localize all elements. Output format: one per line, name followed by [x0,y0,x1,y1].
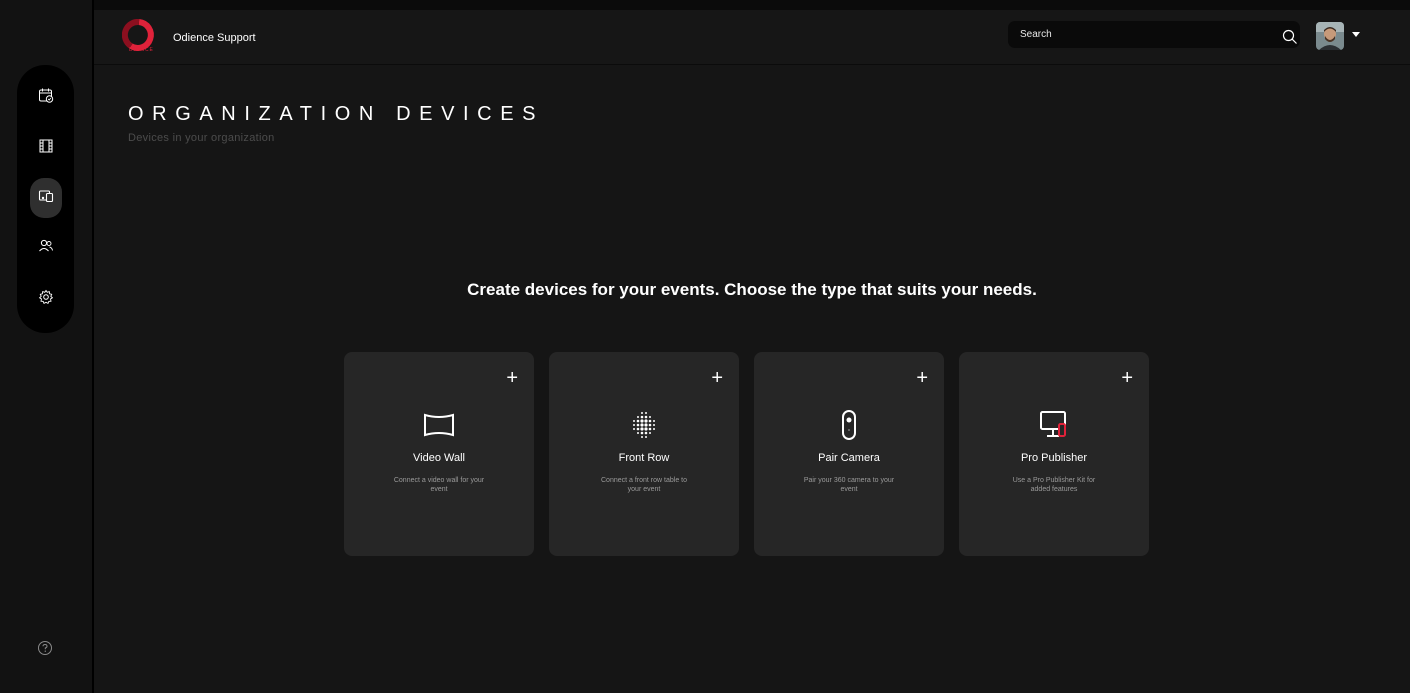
video-wall-icon [423,409,455,441]
card-description: Connect a front row table to your event [601,477,687,493]
top-bar: DIENCE Odience Support [94,10,1410,65]
card-title: Front Row [618,452,670,464]
users-icon [38,238,54,259]
search-box[interactable] [1008,21,1300,48]
logo-wordmark: DIENCE [129,47,154,53]
card-title: Video Wall [413,452,465,464]
sidebar-item-users[interactable] [29,232,62,265]
sidebar-item-media[interactable] [29,132,62,165]
user-avatar[interactable] [1316,22,1344,50]
sidebar-item-devices[interactable] [30,178,62,218]
settings-gear-icon [38,289,54,310]
device-card-video-wall[interactable]: + Video Wall Connect a video wall for yo… [344,352,534,556]
search-icon[interactable] [1282,29,1298,45]
card-description: Use a Pro Publisher Kit for added featur… [1012,477,1096,493]
add-pro-publisher-button[interactable]: + [1121,368,1133,388]
devices-icon [38,188,54,209]
front-row-icon [628,409,660,441]
card-title: Pair Camera [818,452,880,464]
sidebar-item-settings[interactable] [29,283,62,316]
film-icon [38,138,54,159]
window-top-strip [0,0,1410,10]
devices-headline: Create devices for your events. Choose t… [467,280,1037,299]
calendar-check-icon [38,87,54,108]
sidebar-item-events[interactable] [29,81,62,114]
side-navigation [17,65,74,333]
pro-publisher-icon [1038,409,1070,441]
card-description: Pair your 360 camera to your event [803,477,895,493]
device-card-pro-publisher[interactable]: + Pro Publisher Use a Pro Publisher Kit … [959,352,1149,556]
camera-360-icon [833,409,865,441]
search-input[interactable] [1020,21,1260,48]
organization-name[interactable]: Odience Support [173,32,256,44]
card-title: Pro Publisher [1020,452,1088,464]
caret-down-icon[interactable] [1352,32,1360,37]
add-front-row-button[interactable]: + [711,368,723,388]
add-pair-camera-button[interactable]: + [916,368,928,388]
page-title: ORGANIZATION DEVICES [128,103,545,125]
card-description: Connect a video wall for your event [393,477,485,493]
add-video-wall-button[interactable]: + [506,368,518,388]
device-card-pair-camera[interactable]: + Pair Camera Pair your 360 camera to yo… [754,352,944,556]
help-circle-icon[interactable] [37,640,53,656]
device-card-front-row[interactable]: + Front Row Connect a front row table to… [549,352,739,556]
page-subtitle: Devices in your organization [128,132,275,144]
